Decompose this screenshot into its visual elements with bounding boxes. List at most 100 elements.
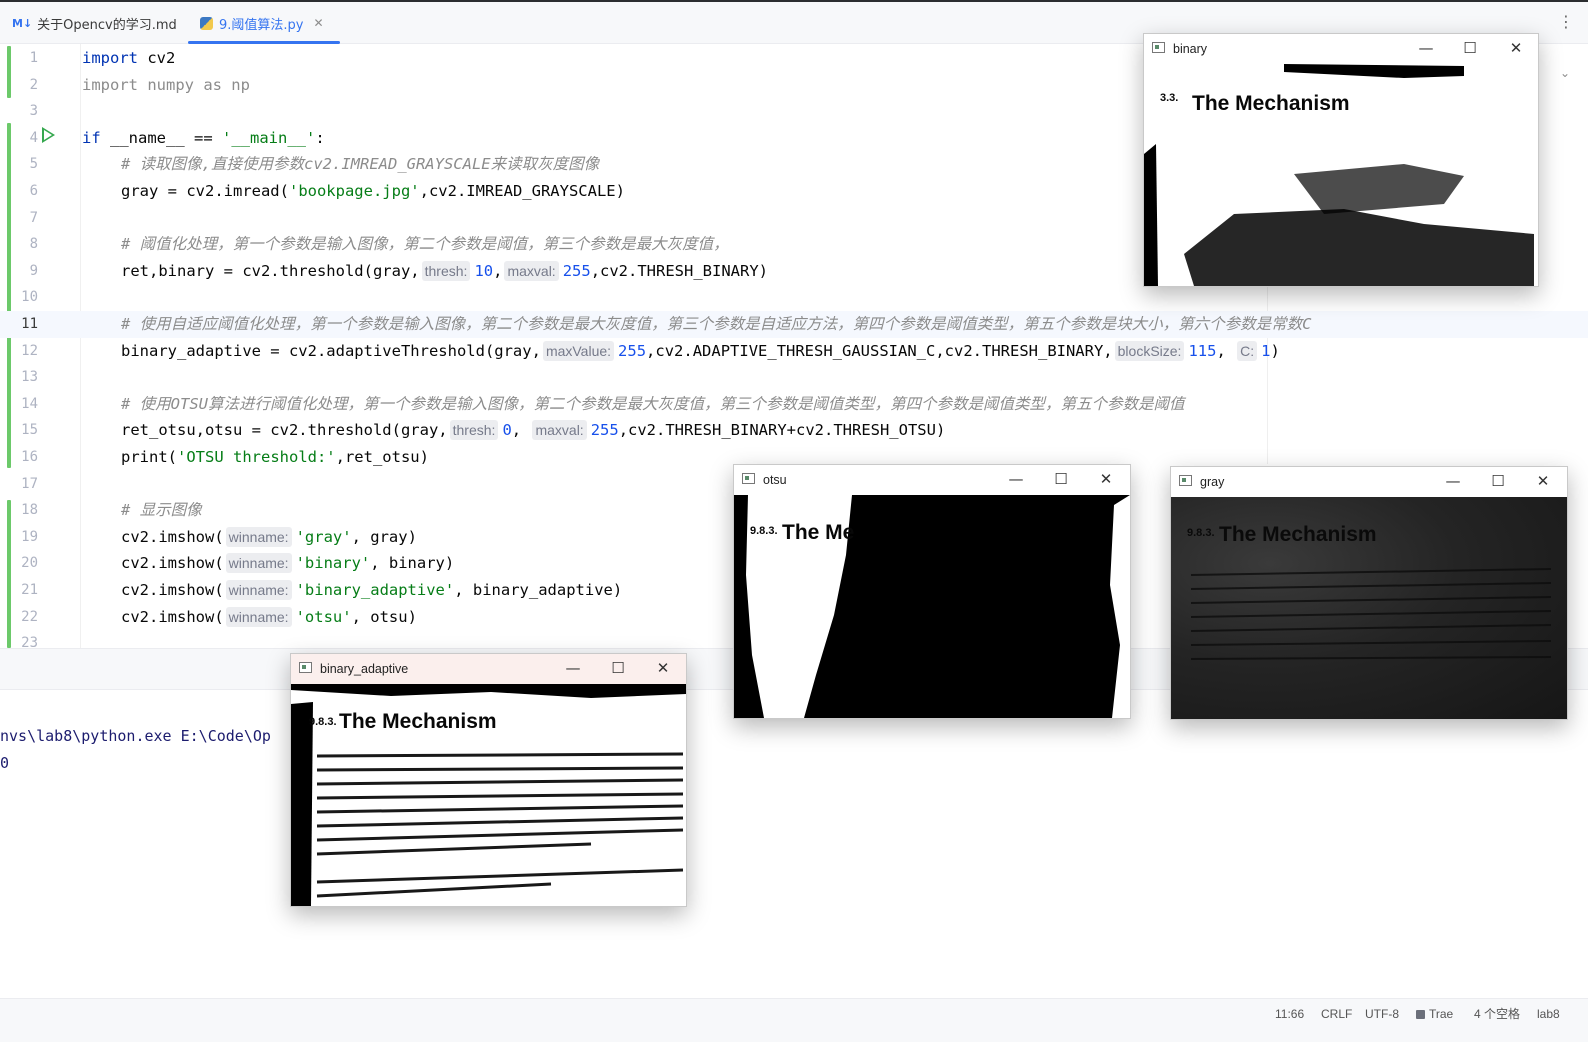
minimize-icon[interactable]: — — [563, 654, 583, 682]
string-literal: 'binary_adaptive' — [295, 581, 455, 599]
code-text: ,cv2.THRESH_BINARY) — [590, 261, 768, 280]
number-literal: 10 — [474, 261, 494, 280]
code-text: , — [511, 421, 531, 440]
image-window-binary[interactable]: binary — ☐ ✕ 3.3. The Mechanism — [1143, 33, 1539, 287]
page-heading: The Me — [782, 521, 855, 544]
close-icon[interactable]: ✕ — [653, 654, 673, 682]
close-icon[interactable]: ✕ — [1096, 465, 1116, 493]
minimize-icon[interactable]: — — [1416, 34, 1436, 62]
number-literal: 115 — [1188, 341, 1217, 360]
code-line: 12 binary_adaptive = cv2.adaptiveThresho… — [0, 338, 1588, 365]
code-text: ) — [1270, 341, 1280, 360]
code-line: 15 ret_otsu,otsu = cv2.threshold(gray, th… — [0, 417, 1588, 444]
unused-import-text: import numpy as np — [82, 75, 250, 94]
param-hint-winname: winname: — [225, 606, 292, 627]
markdown-icon: M↓ — [12, 16, 33, 30]
string-literal: 'gray' — [295, 527, 352, 546]
line-ending[interactable]: CRLF — [1321, 999, 1352, 1029]
maximize-icon[interactable]: ☐ — [1051, 465, 1071, 493]
caret-position[interactable]: 11:66 — [1275, 999, 1304, 1029]
file-encoding[interactable]: UTF-8 — [1365, 999, 1399, 1029]
minimize-icon[interactable]: — — [1006, 465, 1026, 493]
line-number: 8 — [29, 236, 38, 253]
page-heading: The Mechanism — [1192, 92, 1350, 115]
console-output-line: 0 — [0, 754, 10, 772]
project-name[interactable]: lab8 — [1537, 999, 1560, 1029]
line-number: 6 — [29, 183, 38, 199]
code-line: 10 — [0, 284, 1588, 311]
line-number: 19 — [21, 528, 38, 545]
window-titlebar[interactable]: binary_adaptive — ☐ ✕ — [291, 654, 686, 684]
image-window-otsu[interactable]: otsu — ☐ ✕ 9.8.3. The Me — [733, 464, 1131, 719]
code-text: ret_otsu,otsu = cv2.threshold(gray, — [121, 421, 448, 440]
string-literal: 'OTSU threshold:' — [177, 448, 336, 466]
close-icon[interactable]: ✕ — [1506, 34, 1526, 62]
number-literal: 255 — [590, 421, 619, 440]
image-window-gray[interactable]: gray — ☐ ✕ 9.8.3. The Mechanism — [1170, 466, 1568, 720]
param-hint-winname: winname: — [225, 553, 292, 574]
param-hint-thresh: thresh: — [449, 420, 499, 441]
line-number: 3 — [29, 103, 38, 120]
line-number: 10 — [21, 289, 38, 306]
code-text: __name__ == — [100, 128, 222, 147]
number-literal: 255 — [618, 341, 647, 360]
string-literal: 'bookpage.jpg' — [288, 182, 420, 200]
minimize-icon[interactable]: — — [1443, 467, 1463, 495]
page-section-number: 3.3. — [1160, 92, 1179, 104]
code-text: , binary_adaptive) — [454, 581, 623, 599]
line-number: 5 — [29, 156, 38, 173]
maximize-icon[interactable]: ☐ — [608, 654, 628, 682]
code-text: gray = cv2.imread( — [121, 182, 289, 200]
code-text: , — [493, 261, 503, 280]
maximize-icon[interactable]: ☐ — [1488, 467, 1508, 495]
code-text: ret,binary = cv2.threshold(gray, — [121, 261, 420, 280]
param-hint-winname: winname: — [225, 526, 292, 547]
binary-adaptive-image: 9.8.3. The Mechanism — [291, 684, 686, 906]
interpreter-selector[interactable]: Trae — [1416, 999, 1453, 1029]
window-titlebar[interactable]: gray — ☐ ✕ — [1171, 467, 1567, 497]
line-number: 13 — [21, 369, 38, 386]
keyword: if — [82, 128, 101, 147]
binary-image: 3.3. The Mechanism — [1144, 64, 1538, 286]
line-number: 12 — [21, 342, 38, 359]
param-hint-blocksize: blockSize: — [1114, 340, 1185, 361]
code-line: 13 — [0, 364, 1588, 391]
interpreter-label: Trae — [1429, 1007, 1454, 1021]
code-text: ,cv2.IMREAD_GRAYSCALE) — [419, 182, 625, 200]
string-literal: '__main__' — [222, 128, 316, 147]
tab-markdown-file[interactable]: M↓ 关于Opencv的学习.md — [12, 4, 177, 42]
tab-python-file[interactable]: 9.阈值算法.py ✕ — [188, 4, 340, 44]
image-window-binary-adaptive[interactable]: binary_adaptive — ☐ ✕ 9.8.3. The Mechani… — [290, 653, 687, 907]
line-number: 2 — [29, 76, 38, 93]
gray-image: 9.8.3. The Mechanism — [1171, 497, 1567, 719]
code-text: print( — [121, 448, 177, 466]
window-titlebar[interactable]: binary — ☐ ✕ — [1144, 34, 1538, 64]
close-icon[interactable]: ✕ — [1533, 467, 1553, 495]
window-titlebar[interactable]: otsu — ☐ ✕ — [734, 465, 1130, 495]
code-text: , — [1216, 341, 1236, 360]
string-literal: 'binary' — [295, 554, 371, 573]
line-number: 1 — [29, 50, 38, 66]
window-title: gray — [1200, 475, 1225, 489]
python-file-icon — [200, 16, 213, 30]
code-comment: # 阈值化处理，第一个参数是输入图像，第二个参数是阈值，第三个参数是最大灰度值， — [121, 235, 729, 254]
line-number: 14 — [21, 395, 38, 412]
code-comment: # 显示图像 — [121, 501, 202, 520]
line-number: 15 — [21, 422, 38, 439]
code-comment: # 读取图像,直接使用参数cv2.IMREAD_GRAYSCALE来读取灰度图像 — [121, 155, 600, 174]
close-tab-icon[interactable]: ✕ — [313, 16, 323, 30]
line-number: 16 — [21, 449, 38, 465]
tab-label: 9.阈值算法.py — [219, 17, 304, 33]
code-text: binary_adaptive = cv2.adaptiveThreshold(… — [121, 341, 541, 360]
gray-text-lines-graphic — [1190, 568, 1552, 660]
window-title: binary_adaptive — [320, 662, 409, 676]
line-number: 7 — [29, 209, 38, 226]
code-text: cv2.imshow( — [121, 581, 224, 599]
line-number: 4 — [29, 129, 38, 146]
indent-setting[interactable]: 4 个空格 — [1474, 999, 1520, 1029]
more-tabs-icon[interactable]: ⋮ — [1558, 12, 1574, 31]
param-hint-maxvalue: maxValue: — [542, 340, 615, 361]
maximize-icon[interactable]: ☐ — [1460, 34, 1480, 62]
window-app-icon — [1179, 475, 1192, 486]
code-text: cv2 — [138, 49, 176, 67]
